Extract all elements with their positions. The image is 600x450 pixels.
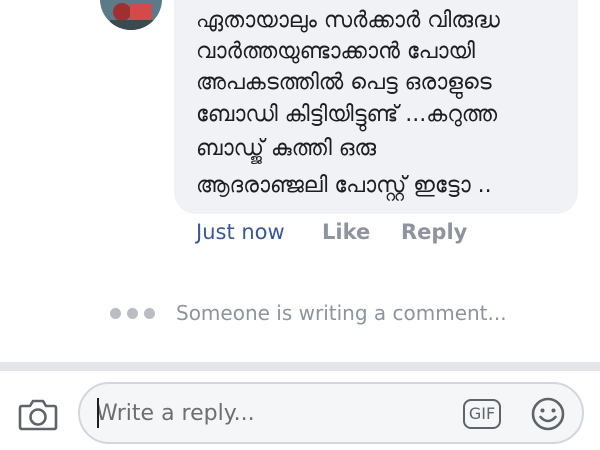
reply-input[interactable] [96,396,446,430]
divider [0,362,600,371]
comment-text-line: ആദരാഞ്ജലി പോസ്റ്റ് ഇട്ടോ .. [196,173,492,198]
like-button[interactable]: Like [322,217,370,247]
typing-dots-icon [110,308,160,320]
comment-timestamp[interactable]: Just now [196,217,285,247]
comment-text-line: ബാഡ്ജ് കുത്തി ഒരു [196,136,377,161]
comment-text-line: അപകടത്തിൽ പെട്ട ഒരാളുടെ [196,70,492,95]
gif-icon[interactable]: GIF [463,399,501,429]
reply-button[interactable]: Reply [401,217,467,247]
typing-indicator-text: Someone is writing a comment... [176,301,507,325]
comment-text-line: വാർത്തയുണ്ടാക്കാൻ പോയി [196,39,475,64]
smiley-icon[interactable] [530,396,566,432]
commenter-avatar[interactable] [100,0,162,30]
camera-icon[interactable] [18,397,58,431]
reply-composer: GIF [0,371,600,450]
comment-text-line: ബോഡി കിട്ടിയിട്ടുണ്ട് ...കറുത്ത [196,102,498,127]
text-cursor [97,398,99,428]
reply-field[interactable]: GIF [78,382,584,444]
avatar-image [100,0,162,30]
comment-text-line: ഏതായാലും സർക്കാർ വിരുദ്ധ [196,8,500,33]
